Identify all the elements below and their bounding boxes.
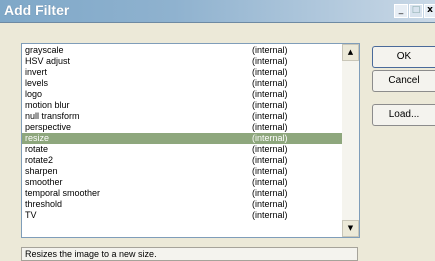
filter-type: (internal): [252, 177, 288, 187]
filter-list-item[interactable]: levels (internal): [22, 78, 342, 89]
filter-list-item[interactable]: temporal smoother (internal): [22, 188, 342, 199]
filter-name: rotate2: [25, 155, 54, 165]
filter-name: TV: [25, 210, 37, 220]
filter-type: (internal): [252, 100, 288, 110]
title-bar: Add Filter _ □ x: [0, 0, 435, 22]
filter-type: (internal): [252, 199, 288, 209]
filter-list-item[interactable]: logo (internal): [22, 89, 342, 100]
filter-list-item[interactable]: grayscale (internal): [22, 45, 342, 56]
filter-list-item[interactable]: TV (internal): [22, 210, 342, 221]
filter-list-item[interactable]: motion blur (internal): [22, 100, 342, 111]
filter-name: grayscale: [25, 45, 64, 55]
filter-type: (internal): [252, 67, 288, 77]
filter-list-item[interactable]: null transform (internal): [22, 111, 342, 122]
filter-list-item[interactable]: invert (internal): [22, 67, 342, 78]
filter-type: (internal): [252, 155, 288, 165]
filter-type: (internal): [252, 78, 288, 88]
filter-type: (internal): [252, 210, 288, 220]
filter-list[interactable]: grayscale (internal) HSV adjust (internal) i…: [21, 43, 360, 238]
filter-type: (internal): [252, 89, 288, 99]
filter-list-item[interactable]: HSV adjust (internal): [22, 56, 342, 67]
filter-type: (internal): [252, 56, 288, 66]
filter-list-item[interactable]: rotate2 (internal): [22, 155, 342, 166]
filter-name: null transform: [25, 111, 80, 121]
filter-type: (internal): [252, 45, 288, 55]
scrollbar-track[interactable]: [342, 61, 359, 220]
filter-list-item[interactable]: rotate (internal): [22, 144, 342, 155]
filter-type: (internal): [252, 133, 288, 143]
filter-name: resize: [25, 133, 50, 143]
filter-list-item[interactable]: sharpen (internal): [22, 166, 342, 177]
cancel-button[interactable]: Cancel: [372, 70, 435, 92]
filter-type: (internal): [252, 188, 288, 198]
scroll-down-arrow-icon[interactable]: ▼: [342, 220, 359, 237]
filter-name: logo: [25, 89, 43, 99]
load-button[interactable]: Load...: [372, 104, 435, 126]
maximize-button[interactable]: □: [409, 4, 423, 18]
window-title: Add Filter: [4, 2, 70, 18]
filter-name: threshold: [25, 199, 63, 209]
filter-name: smoother: [25, 177, 63, 187]
minimize-button[interactable]: _: [394, 4, 408, 18]
filter-list-item[interactable]: resize (internal): [22, 133, 342, 144]
filter-name: invert: [25, 67, 48, 77]
filter-type: (internal): [252, 122, 288, 132]
filter-description: Resizes the image to a new size.: [21, 247, 358, 261]
ok-button[interactable]: OK: [372, 46, 435, 68]
close-button[interactable]: x: [424, 4, 435, 18]
filter-name: rotate: [25, 144, 49, 154]
list-scrollbar[interactable]: ▲ ▼: [342, 44, 359, 237]
filter-type: (internal): [252, 111, 288, 121]
filter-name: perspective: [25, 122, 72, 132]
filter-name: HSV adjust: [25, 56, 71, 66]
filter-name: levels: [25, 78, 49, 88]
scroll-up-arrow-icon[interactable]: ▲: [342, 44, 359, 61]
filter-list-item[interactable]: threshold (internal): [22, 199, 342, 210]
title-divider: [0, 22, 435, 23]
filter-name: sharpen: [25, 166, 58, 176]
filter-type: (internal): [252, 166, 288, 176]
filter-list-item[interactable]: perspective (internal): [22, 122, 342, 133]
filter-type: (internal): [252, 144, 288, 154]
filter-name: temporal smoother: [25, 188, 101, 198]
filter-list-item[interactable]: smoother (internal): [22, 177, 342, 188]
filter-name: motion blur: [25, 100, 70, 110]
